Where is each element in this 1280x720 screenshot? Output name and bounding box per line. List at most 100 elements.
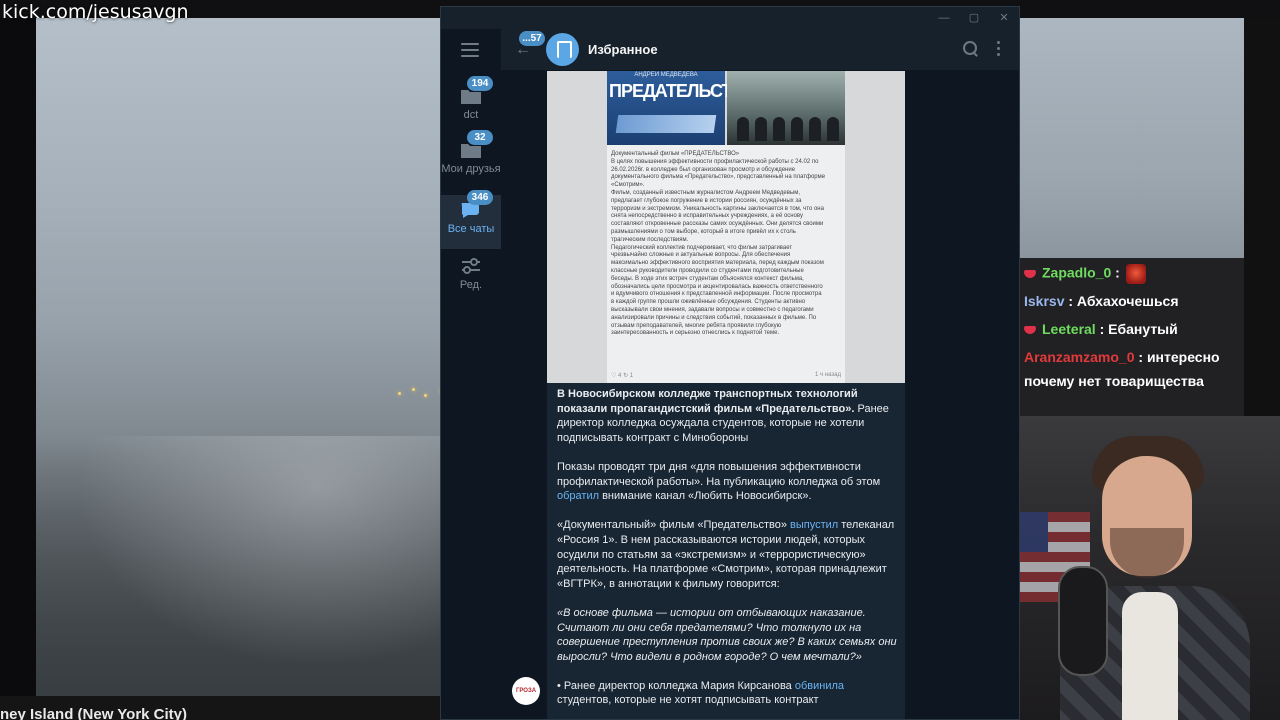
document-line: трагическим последствиям. [611, 236, 689, 243]
document-line: предлагает глубокое погружение в истории… [611, 197, 802, 204]
chat-username: Zapadlo_0 [1042, 264, 1112, 281]
post-paragraph-text: студентов, которые не хотят подписывать … [557, 694, 819, 707]
folder-all-chats[interactable]: 346 Все чаты [441, 190, 501, 249]
post-paragraph: Показы проводят три дня «для повышения э… [557, 460, 897, 504]
folder-dct[interactable]: 194 dct [441, 76, 501, 135]
stream-screen: ney Island (New York City) kick.com/jesu… [0, 0, 1280, 720]
badge-icon [1024, 270, 1036, 278]
document-line: беседы. В ходе этих встреч студентам объ… [611, 275, 804, 282]
document-line: высказывали свои мнения, задавали вопрос… [611, 306, 814, 313]
chat-title[interactable]: Избранное [588, 42, 658, 57]
right-fog-panel [1020, 18, 1244, 258]
post-image[interactable]: АНДРЕЙ МЕДВЕДЕВА ПРЕДАТЕЛЬСТВО Документа… [547, 71, 905, 383]
folder-label: Мои друзья [441, 163, 501, 175]
folder-label: dct [463, 109, 479, 121]
maximize-button[interactable]: ▢ [965, 10, 983, 26]
document-line: размышлениями о том выборе, который в ит… [611, 228, 796, 235]
chat-text: : интересно [1138, 349, 1220, 365]
post-quote: «В основе фильма — истории от отбывающих… [557, 606, 897, 663]
folder-label: Ред. [459, 279, 483, 291]
post-text: В Новосибирском колледже транспортных те… [557, 387, 897, 719]
document-line: терроризм и экстремизм. Уникальность кар… [611, 205, 824, 212]
document-line: анализировали причины и следствия событи… [611, 314, 817, 321]
shares-count: ↻ 1 [623, 373, 634, 379]
forwarded-post: АНДРЕЙ МЕДВЕДЕВА ПРЕДАТЕЛЬСТВО Документа… [547, 71, 905, 719]
post-lead: В Новосибирском колледже транспортных те… [557, 388, 858, 415]
telegram-window: — ▢ ✕ 194 dct 32 Мои друзья 346 Все чаты [440, 6, 1020, 720]
document-line: заинтересованность и серьезно отнеслись … [611, 330, 780, 337]
stream-url-overlay: kick.com/jesusavgn [2, 1, 189, 23]
folder-label: Все чаты [447, 223, 495, 235]
chat-text: : Ебанутый [1099, 321, 1178, 337]
unread-count-badge: 32 [467, 130, 493, 145]
cover-title: ПРЕДАТЕЛЬСТВО [609, 81, 757, 101]
badge-icon [1024, 326, 1036, 335]
hamburger-menu-icon[interactable] [461, 43, 479, 57]
chat-message: Iskrsv : Абхахочешься [1024, 293, 1179, 309]
post-paragraph-text: внимание канал «Любить Новосибирск». [599, 490, 812, 503]
emote-icon [1125, 264, 1146, 284]
chat-text: почему нет товарищества [1024, 373, 1204, 389]
classroom-photo [727, 71, 845, 145]
fog-ground [36, 436, 440, 696]
post-paragraph: • Ранее директор колледжа Мария Кирсанов… [557, 679, 897, 708]
city-webcam-view [36, 18, 440, 696]
streamer-tshirt [1122, 592, 1178, 720]
folder-edit[interactable]: Ред. [441, 251, 501, 305]
chat-text: : Абхахочешься [1068, 293, 1179, 309]
post-paragraph-text: • Ранее директор колледжа Мария Кирсанов… [557, 679, 795, 692]
document-line: «Смотрим». [611, 182, 645, 189]
window-titlebar: — ▢ ✕ [441, 7, 1019, 29]
cover-author: АНДРЕЙ МЕДВЕДЕВА [634, 72, 698, 78]
document-line: снята непосредственно в исправительных у… [611, 213, 803, 220]
document-line: в каждой группе прошли оживлённые обсужд… [611, 299, 806, 306]
webcam-caption: ney Island (New York City) [0, 706, 187, 720]
document-footer: ♡ 4 ↻ 1 1 ч назад [611, 372, 841, 379]
chat-username: Iskrsv [1024, 293, 1065, 309]
right-dark-strip [1244, 18, 1280, 418]
document-line: документального фильма «Предательство», … [611, 174, 826, 181]
document-line: максимально эффективного восприятия мате… [611, 260, 824, 267]
unread-count-badge: 346 [467, 190, 493, 205]
more-options-icon[interactable] [997, 41, 1001, 57]
document-line: чрезвычайно сложные и актуальные вопросы… [611, 252, 791, 259]
cover-book-graphic [615, 115, 717, 133]
film-cover: АНДРЕЙ МЕДВЕДЕВА ПРЕДАТЕЛЬСТВО [607, 71, 757, 145]
back-unread-badge: ...57 [519, 31, 545, 46]
post-paragraph-text: Показы проводят три дня «для повышения э… [557, 460, 881, 488]
post-link[interactable]: выпустил [790, 519, 838, 531]
stream-chat: Zapadlo_0 : Iskrsv : Абхахочешься Leeter… [1020, 258, 1244, 416]
search-icon[interactable] [963, 41, 979, 57]
document-line: составляют откровенные рассказы самих ос… [611, 221, 824, 228]
chat-header: ← ...57 Избранное [501, 29, 1019, 71]
document-line: В целях повышения эффективности профилак… [611, 158, 819, 165]
post-paragraph: «Документальный» фильм «Предательство» в… [557, 518, 897, 591]
close-button[interactable]: ✕ [995, 10, 1013, 26]
microphone [1058, 566, 1108, 676]
sliders-icon [462, 258, 480, 274]
document-screenshot: Документальный фильм «ПРЕДАТЕЛЬСТВО» В це… [607, 145, 845, 383]
post-link[interactable]: обратил [557, 490, 599, 502]
unread-count-badge: 194 [467, 76, 493, 91]
chat-message: Aranzamzamo_0 : интересно [1024, 349, 1220, 365]
chat-text: : [1115, 264, 1120, 281]
document-line: Фильм, созданный известным журналистом А… [611, 189, 800, 196]
post-time-ago: 1 ч назад [815, 372, 841, 378]
minimize-button[interactable]: — [935, 10, 953, 26]
channel-avatar[interactable]: ГРОЗА [512, 677, 540, 705]
bookmark-icon[interactable] [546, 33, 579, 66]
document-line: классные руководители проводили со студе… [611, 267, 804, 274]
chat-message-continuation: почему нет товарищества [1024, 373, 1204, 389]
chat-username: Aranzamzamo_0 [1024, 349, 1135, 365]
folder-friends[interactable]: 32 Мои друзья [441, 130, 501, 195]
post-paragraph: В Новосибирском колледже транспортных те… [557, 387, 897, 445]
chat-message: Zapadlo_0 : [1024, 264, 1146, 284]
document-line: Документальный фильм «ПРЕДАТЕЛЬСТВО» [611, 151, 740, 157]
post-link[interactable]: обвинила [795, 680, 844, 692]
chat-username: Leeteral [1042, 321, 1096, 337]
document-line: и вдумчивого отношения к представленной … [611, 291, 822, 298]
message-list: АНДРЕЙ МЕДВЕДЕВА ПРЕДАТЕЛЬСТВО Документа… [501, 71, 1019, 719]
distant-lights [396, 382, 440, 412]
likes-count: ♡ 4 [611, 373, 622, 379]
chat-message: Leeteral : Ебанутый [1024, 321, 1178, 337]
